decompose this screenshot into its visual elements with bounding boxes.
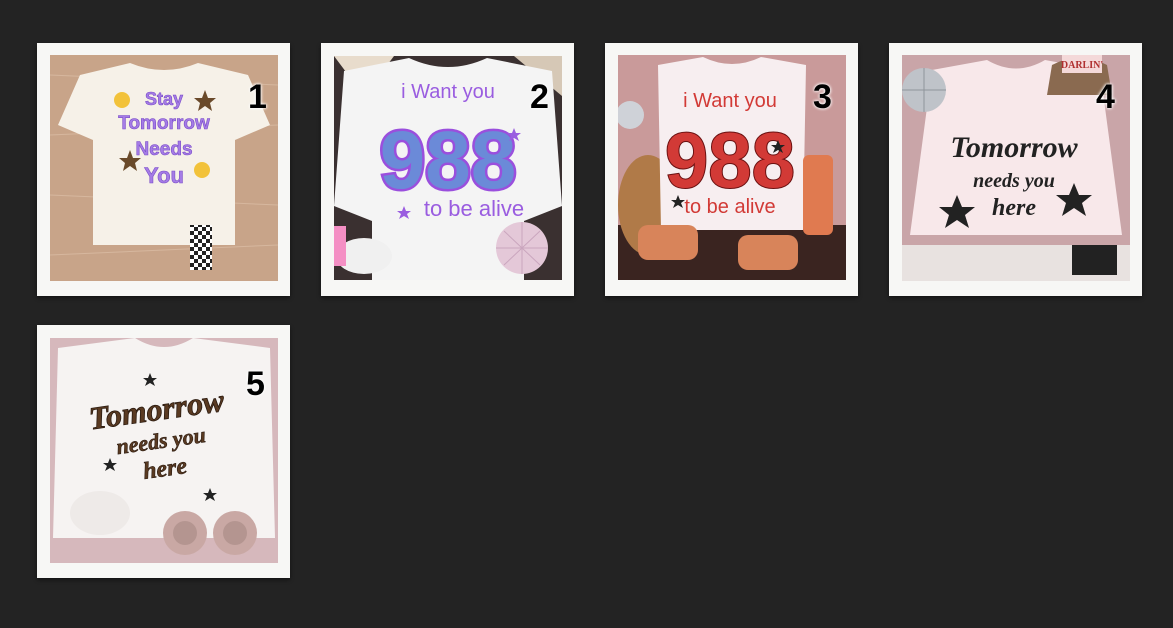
design-line-1b: Tomorrow <box>118 113 210 134</box>
product-card-3[interactable]: i Want you 988 to be alive 3 <box>605 43 858 296</box>
product-card-5[interactable]: Tomorrow needs you here 5 <box>37 325 290 578</box>
hat-text-4: DARLIN' <box>1061 60 1103 71</box>
product-card-4[interactable]: DARLIN' Tomorrow needs you here 4 <box>889 43 1142 296</box>
item-number-3: 3 <box>813 78 832 116</box>
product-photo-3: i Want you 988 to be alive <box>618 55 846 280</box>
design-line-4b: needs you <box>973 170 1055 192</box>
item-number-2: 2 <box>530 78 549 116</box>
tshirt-mockup-1: Stay Tomorrow Needs You <box>50 55 278 281</box>
design-line-1a: Stay <box>145 89 183 109</box>
design-line-4a: Tomorrow <box>950 131 1078 164</box>
design-line-3b: 988 <box>665 116 795 204</box>
design-line-2c: to be alive <box>424 196 524 221</box>
design-line-1c: Needs <box>135 139 192 160</box>
product-card-1[interactable]: Stay Tomorrow Needs You 1 <box>37 43 290 296</box>
design-line-3c: to be alive <box>684 196 775 218</box>
product-photo-1: Stay Tomorrow Needs You <box>50 55 278 281</box>
product-photo-5: Tomorrow needs you here <box>50 338 278 563</box>
design-line-2b: 988 <box>380 115 517 206</box>
item-number-4: 4 <box>1096 78 1115 116</box>
sweatshirt-mockup-5: Tomorrow needs you here <box>50 338 278 563</box>
product-photo-2: i Want you 988 to be alive <box>334 56 562 280</box>
design-line-1d: You <box>144 163 184 188</box>
sweatshirt-mockup-2: i Want you 988 to be alive <box>334 56 562 280</box>
design-line-3a: i Want you <box>683 90 777 112</box>
sweatshirt-mockup-3: i Want you 988 to be alive <box>618 55 846 280</box>
design-line-2a: i Want you <box>401 81 495 103</box>
product-card-2[interactable]: i Want you 988 to be alive 2 <box>321 43 574 296</box>
item-number-1: 1 <box>248 78 267 116</box>
item-number-5: 5 <box>246 365 265 403</box>
design-line-4c: here <box>992 195 1036 221</box>
